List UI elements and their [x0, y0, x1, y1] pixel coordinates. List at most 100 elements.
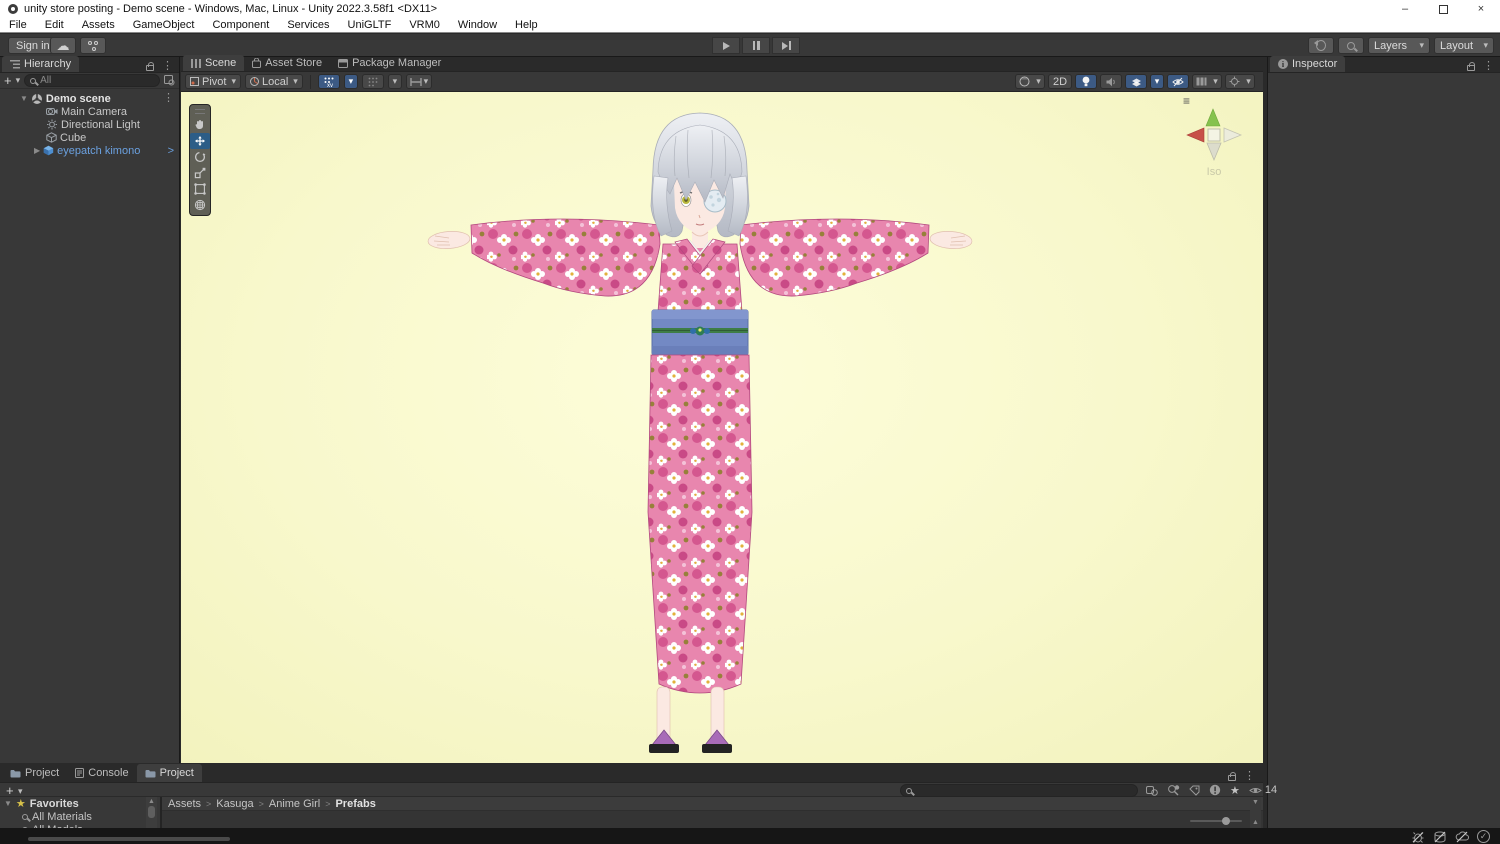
lock-icon[interactable] — [1228, 772, 1236, 781]
scene-visibility-toggle[interactable] — [1167, 74, 1189, 89]
breadcrumb-kasuga[interactable]: Kasuga — [216, 798, 253, 810]
transform-tool[interactable] — [190, 197, 210, 213]
menu-gameobject[interactable]: GameObject — [124, 18, 204, 33]
grid-visibility-toggle[interactable] — [361, 74, 384, 89]
prefab-open-chevron[interactable]: > — [168, 145, 179, 157]
layout-dropdown[interactable]: Layout ▾ — [1434, 37, 1494, 54]
grid-snapping-toggle[interactable]: xy — [317, 74, 340, 89]
menu-assets[interactable]: Assets — [73, 18, 124, 33]
create-dropdown-icon[interactable]: ▾ — [18, 786, 23, 797]
play-button[interactable] — [712, 37, 740, 54]
tab-inspector[interactable]: i Inspector — [1270, 56, 1346, 72]
tab-hierarchy[interactable]: Hierarchy — [2, 56, 80, 72]
layers-dropdown[interactable]: Layers ▾ — [1368, 37, 1430, 54]
step-button[interactable] — [772, 37, 800, 54]
menu-help[interactable]: Help — [506, 18, 547, 33]
menu-services[interactable]: Services — [278, 18, 338, 33]
pause-button[interactable] — [742, 37, 770, 54]
visibility-count[interactable]: 14 — [1249, 784, 1277, 796]
grid-snapping-dropdown[interactable]: ▾ — [343, 74, 358, 89]
create-button[interactable]: + — [4, 73, 12, 88]
menu-edit[interactable]: Edit — [36, 18, 73, 33]
cache-server-disabled-icon[interactable] — [1433, 831, 1447, 843]
favorites-scrollbar[interactable]: ▲ — [146, 797, 157, 828]
orientation-gizmo[interactable]: Iso — [1179, 102, 1249, 188]
tab-scene[interactable]: Scene — [183, 55, 245, 71]
favorites-all-materials[interactable]: All Materials — [0, 810, 160, 823]
component-drawer-dropdown[interactable]: ▾ — [1192, 74, 1222, 89]
gizmo-projection-label[interactable]: Iso — [1179, 166, 1249, 178]
grid-visibility-dropdown[interactable]: ▾ — [387, 74, 402, 89]
lock-icon[interactable] — [1467, 62, 1475, 71]
undo-history-button[interactable] — [1308, 37, 1334, 54]
maximize-button[interactable] — [1424, 0, 1462, 18]
search-by-type-icon[interactable] — [164, 75, 175, 86]
foldout-closed-icon[interactable]: ▶ — [34, 146, 40, 155]
tab-package-manager[interactable]: Package Manager — [330, 55, 449, 71]
rotate-tool[interactable] — [190, 149, 210, 165]
overlay-drag-handle[interactable] — [195, 109, 205, 114]
audio-toggle[interactable] — [1100, 74, 1122, 89]
panel-menu-icon[interactable]: ⋮ — [162, 61, 173, 72]
hierarchy-row-prefab[interactable]: ▶ eyepatch kimono > — [0, 144, 179, 157]
effects-toggle[interactable] — [1125, 74, 1147, 89]
hierarchy-row-cube[interactable]: Cube — [0, 131, 179, 144]
lock-icon[interactable] — [146, 62, 154, 71]
slider-knob[interactable] — [1222, 817, 1230, 825]
scene-viewport[interactable]: ≡ Iso — [181, 92, 1263, 763]
tab-console[interactable]: Console — [67, 764, 136, 782]
menu-window[interactable]: Window — [449, 18, 506, 33]
global-search-button[interactable] — [1338, 37, 1364, 54]
lighting-toggle[interactable] — [1075, 74, 1097, 89]
hierarchy-search[interactable] — [24, 74, 160, 87]
menu-unigltf[interactable]: UniGLTF — [339, 18, 401, 33]
type-filter-icon[interactable] — [1209, 784, 1221, 796]
effects-dropdown[interactable]: ▾ — [1150, 74, 1164, 89]
menu-component[interactable]: Component — [203, 18, 278, 33]
2d-toggle[interactable]: 2D — [1048, 74, 1072, 89]
hierarchy-row-light[interactable]: Directional Light — [0, 118, 179, 131]
menu-file[interactable]: File — [0, 18, 36, 33]
breadcrumb-prefabs[interactable]: Prefabs — [335, 798, 375, 810]
hand-tool[interactable] — [190, 117, 210, 133]
scene-menu-icon[interactable]: ⋮ — [163, 93, 179, 104]
pivot-dropdown[interactable]: Pivot ▾ — [185, 74, 241, 89]
move-tool[interactable] — [190, 133, 210, 149]
project-search[interactable] — [900, 784, 1138, 797]
camera-settings-dropdown[interactable]: ▾ — [1225, 74, 1255, 89]
menu-vrm0[interactable]: VRM0 — [400, 18, 449, 33]
cloud-button[interactable]: ☁ — [50, 37, 76, 54]
thumbnail-zoom-slider[interactable] — [1190, 817, 1242, 825]
project-content-area[interactable] — [162, 811, 1263, 828]
breadcrumb-anime-girl[interactable]: Anime Girl — [269, 798, 320, 810]
horizontal-scrollbar[interactable] — [28, 837, 230, 841]
panel-menu-icon[interactable]: ⋮ — [1244, 771, 1255, 782]
create-button[interactable]: + — [6, 783, 14, 798]
import-activity-icon[interactable]: ✓ — [1477, 830, 1490, 843]
panel-menu-icon[interactable]: ⋮ — [1483, 61, 1494, 72]
local-dropdown[interactable]: Local ▾ — [245, 74, 303, 89]
rect-tool[interactable] — [190, 181, 210, 197]
favorites-filter-icon[interactable]: ★ — [1230, 784, 1240, 797]
hierarchy-row-camera[interactable]: Main Camera — [0, 105, 179, 118]
hierarchy-row-scene[interactable]: ▼ Demo scene ⋮ — [0, 92, 179, 105]
version-control-button[interactable] — [80, 37, 106, 54]
debugger-disabled-icon[interactable] — [1411, 831, 1425, 843]
snap-increment-toggle[interactable]: ▾ — [405, 74, 432, 89]
foldout-open-icon[interactable]: ▼ — [4, 799, 12, 808]
scale-tool[interactable] — [190, 165, 210, 181]
tab-project-1[interactable]: Project — [2, 764, 67, 782]
search-picker-icon[interactable] — [1146, 784, 1158, 796]
minimize-button[interactable]: – — [1386, 0, 1424, 18]
close-button[interactable]: × — [1462, 0, 1500, 18]
foldout-open-icon[interactable]: ▼ — [20, 94, 28, 103]
draw-mode-dropdown[interactable]: ▾ — [1015, 74, 1045, 89]
favorites-header[interactable]: ▼ ★ Favorites — [0, 797, 160, 811]
create-dropdown-icon[interactable]: ▾ — [16, 75, 21, 86]
cloud-sync-disabled-icon[interactable] — [1455, 831, 1469, 843]
label-icon[interactable] — [1189, 785, 1200, 796]
hierarchy-search-input[interactable] — [40, 75, 154, 86]
tab-asset-store[interactable]: Asset Store — [244, 55, 330, 71]
breadcrumb-assets[interactable]: Assets — [168, 798, 201, 810]
project-scrollbar[interactable]: ▼ ▲ — [1250, 797, 1261, 828]
